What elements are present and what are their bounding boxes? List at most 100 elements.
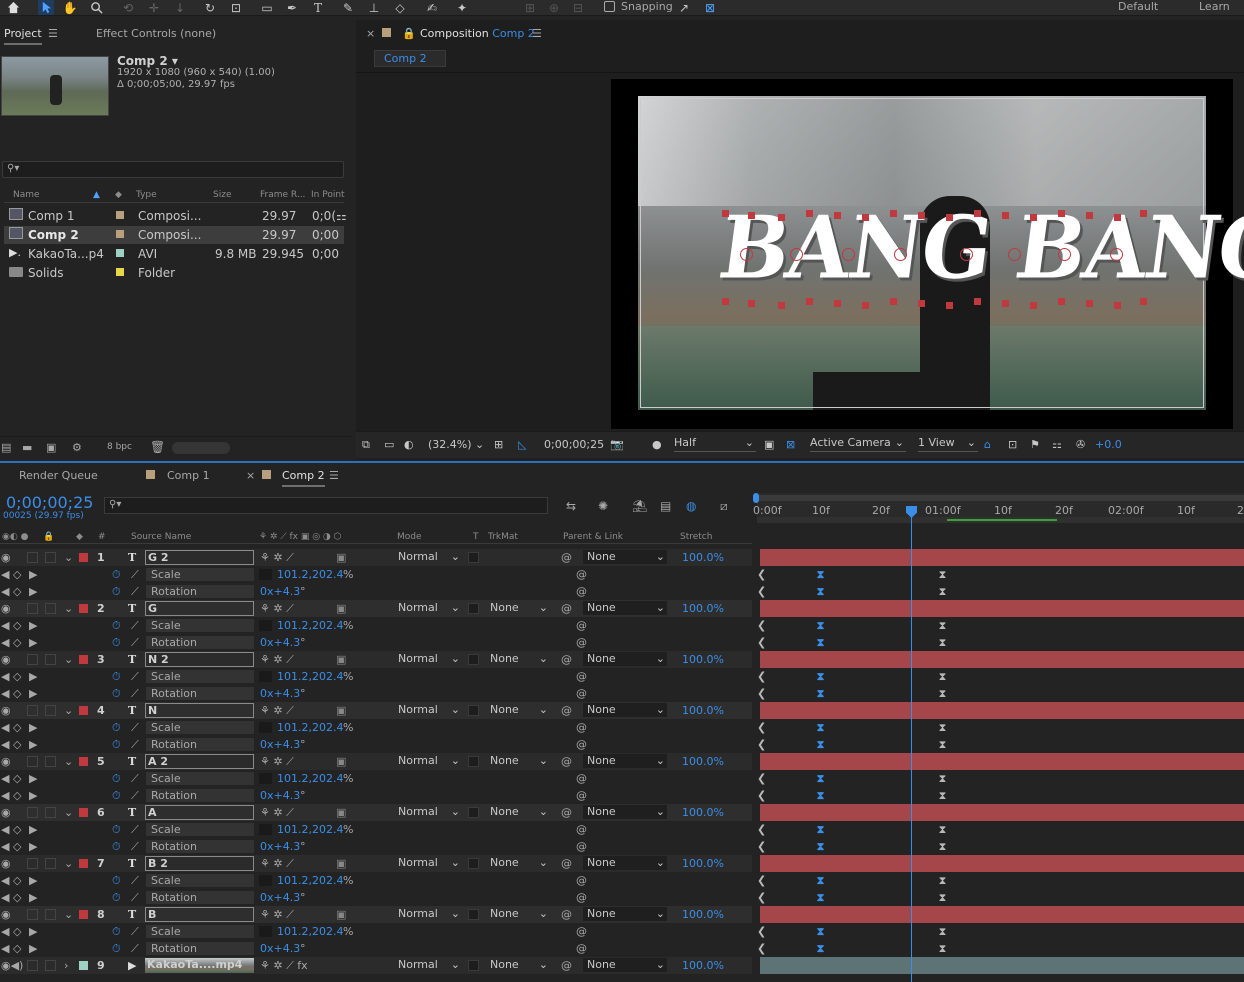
keyframe-easy[interactable]: ⧗: [938, 688, 947, 699]
reset-exposure-icon[interactable]: ✇: [1076, 438, 1085, 451]
keyframe-out[interactable]: ❮: [757, 824, 766, 835]
trkmat-dropdown[interactable]: [490, 550, 550, 564]
parent-dropdown[interactable]: None ⌄: [583, 652, 667, 666]
prev-keyframe-icon[interactable]: ◀: [1, 738, 9, 751]
stopwatch-icon[interactable]: ⏱: [112, 738, 121, 752]
time-ruler[interactable]: 0:00f 10f 20f 01:00f 10f 20f 02:00f 10f …: [753, 493, 1244, 523]
stopwatch-icon[interactable]: ⏱: [112, 772, 121, 786]
mode-dropdown[interactable]: Normal ⌄: [398, 652, 462, 666]
path-vertex-handle[interactable]: [722, 298, 729, 305]
pickwhip-icon[interactable]: @: [561, 908, 572, 921]
adjustment-switch-icon[interactable]: ▣: [336, 704, 346, 717]
rotate-tool-icon[interactable]: ↻: [202, 0, 218, 15]
collapse-chevron-icon[interactable]: ⌄: [64, 551, 73, 564]
add-keyframe-icon[interactable]: ◇: [13, 823, 21, 836]
stretch-value[interactable]: 100.0%: [682, 755, 724, 768]
graph-icon[interactable]: ⟋: [131, 670, 139, 684]
mode-dropdown[interactable]: Normal ⌄: [398, 703, 462, 717]
anchor-point-icon[interactable]: [894, 248, 907, 261]
pickwhip-icon[interactable]: @: [561, 602, 572, 615]
prev-keyframe-icon[interactable]: ◀: [1, 568, 9, 581]
layer-name[interactable]: N 2: [145, 652, 254, 667]
col-source-name[interactable]: Source Name: [131, 532, 191, 545]
path-vertex-handle[interactable]: [748, 300, 755, 307]
keyframe-easy[interactable]: ⧗: [816, 790, 825, 801]
layer-row[interactable]: ◉ ⌄ 1 T G 2 ⚘ ✲ ⟋ ▣ Normal ⌄ @ None ⌄ 100.…: [0, 549, 752, 566]
layer-switches[interactable]: ⚘ ✲ ⟋: [260, 653, 294, 667]
mode-dropdown[interactable]: Normal ⌄: [398, 856, 462, 870]
stopwatch-icon[interactable]: ⏱: [112, 925, 121, 939]
layer-duration-track[interactable]: [757, 702, 1244, 719]
prev-keyframe-icon[interactable]: ◀: [1, 619, 9, 632]
keyframe-out[interactable]: ❮: [757, 926, 766, 937]
region-of-interest-icon[interactable]: ▣: [764, 438, 774, 451]
next-keyframe-icon[interactable]: ▶: [29, 721, 37, 734]
keyframe-easy[interactable]: ⧗: [816, 841, 825, 852]
layer-duration-bar[interactable]: [760, 753, 1244, 770]
stopwatch-icon[interactable]: ⏱: [112, 789, 121, 803]
layer-name[interactable]: KakaoTa....mp4: [145, 958, 254, 973]
next-keyframe-icon[interactable]: ▶: [29, 942, 37, 955]
scale-value[interactable]: 101.2,202.4: [277, 670, 343, 683]
path-vertex-handle[interactable]: [1114, 302, 1121, 309]
home-icon[interactable]: [5, 0, 21, 15]
panel-menu-icon[interactable]: ☰: [532, 27, 542, 40]
layer-duration-bar[interactable]: [760, 702, 1244, 719]
keyframe-easy[interactable]: ⧗: [816, 637, 825, 648]
layer-duration-track[interactable]: [757, 753, 1244, 770]
parent-dropdown[interactable]: None ⌄: [583, 703, 667, 717]
pan-camera-icon[interactable]: ✛: [146, 0, 162, 15]
graph-icon[interactable]: ⟋: [131, 840, 139, 854]
scale-value[interactable]: 101.2,202.4: [277, 721, 343, 734]
graph-icon[interactable]: ⟋: [131, 738, 139, 752]
work-area-bar[interactable]: [757, 495, 1244, 501]
solo-toggle[interactable]: [27, 552, 38, 563]
add-keyframe-icon[interactable]: ◇: [13, 687, 21, 700]
rotation-value[interactable]: 0x+4.3: [260, 942, 300, 955]
keyframe-easy[interactable]: ⧗: [816, 926, 825, 937]
adjustment-switch-icon[interactable]: ▣: [336, 551, 346, 564]
comp-mini-flowchart-icon[interactable]: ⇆: [566, 499, 576, 513]
solo-toggle[interactable]: [27, 807, 38, 818]
path-vertex-handle[interactable]: [918, 212, 925, 219]
col-parent[interactable]: Parent & Link: [563, 532, 623, 545]
resolution-dropdown[interactable]: Half ⌄: [674, 436, 756, 452]
layer-label-color[interactable]: [79, 655, 88, 664]
parent-dropdown[interactable]: None ⌄: [583, 550, 667, 564]
scale-value[interactable]: 101.2,202.4: [277, 823, 343, 836]
mode-dropdown[interactable]: Normal ⌄: [398, 958, 462, 972]
keyframe-easy[interactable]: ⧗: [816, 671, 825, 682]
label-col-icon[interactable]: ◆: [115, 190, 122, 203]
fast-previews-icon[interactable]: ⚑: [1030, 438, 1040, 451]
3d-ground-plane-icon[interactable]: ⌂: [984, 438, 991, 451]
expression-pickwhip-icon[interactable]: @: [576, 772, 587, 785]
panel-menu-icon[interactable]: ☰: [48, 27, 58, 40]
path-vertex-handle[interactable]: [918, 300, 925, 307]
graph-icon[interactable]: ⟋: [131, 636, 139, 650]
layer-name[interactable]: N: [145, 703, 254, 718]
path-vertex-handle[interactable]: [890, 210, 897, 217]
constrain-proportions-icon[interactable]: [259, 875, 272, 886]
exposure-value[interactable]: +0.0: [1095, 438, 1122, 451]
layer-duration-track[interactable]: [757, 957, 1244, 974]
parent-dropdown[interactable]: None ⌄: [583, 958, 667, 972]
layer-duration-bar[interactable]: [760, 855, 1244, 872]
keyframe-easy[interactable]: ⧗: [816, 586, 825, 597]
add-keyframe-icon[interactable]: ◇: [13, 619, 21, 632]
solo-toggle[interactable]: [27, 960, 38, 971]
scale-value[interactable]: 101.2,202.4: [277, 925, 343, 938]
trkmat-dropdown[interactable]: None ⌄: [490, 652, 550, 666]
prev-keyframe-icon[interactable]: ◀: [1, 636, 9, 649]
type-tool-icon[interactable]: T: [310, 0, 326, 15]
stretch-value[interactable]: 100.0%: [682, 857, 724, 870]
adjustment-switch-icon[interactable]: ▣: [336, 602, 346, 615]
graph-icon[interactable]: ⟋: [131, 874, 139, 888]
keyframe-easy[interactable]: ⧗: [938, 637, 947, 648]
current-time[interactable]: 0;00;00;25: [544, 438, 604, 451]
keyframe-out[interactable]: ❮: [757, 773, 766, 784]
constrain-proportions-icon[interactable]: [259, 569, 272, 580]
trkmat-dropdown[interactable]: None ⌄: [490, 907, 550, 921]
layer-row[interactable]: ◉ ⌄ 4 T N ⚘ ✲ ⟋ ▣ Normal ⌄ None ⌄ @ None ⌄ …: [0, 702, 752, 719]
expression-pickwhip-icon[interactable]: @: [576, 568, 587, 581]
col-type[interactable]: Type: [136, 190, 157, 203]
